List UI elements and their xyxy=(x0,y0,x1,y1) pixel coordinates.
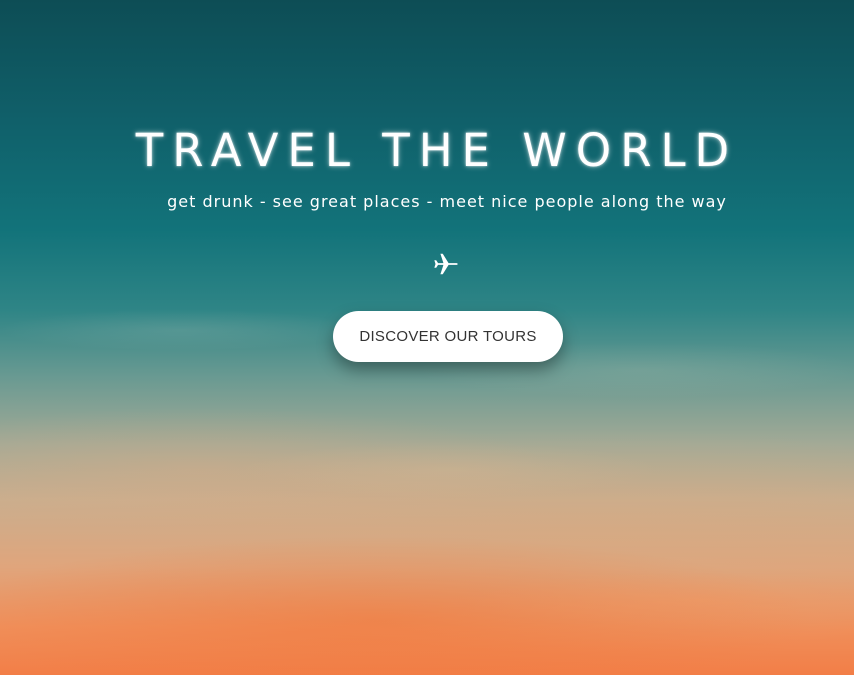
hero-section: TRAVEL THE WORLD get drunk - see great p… xyxy=(0,0,854,675)
airplane-icon xyxy=(434,253,458,275)
discover-tours-button[interactable]: DISCOVER OUR TOURS xyxy=(333,311,563,362)
hero-headline: TRAVEL THE WORLD xyxy=(135,124,739,177)
hero-tagline: get drunk - see great places - meet nice… xyxy=(167,192,727,211)
